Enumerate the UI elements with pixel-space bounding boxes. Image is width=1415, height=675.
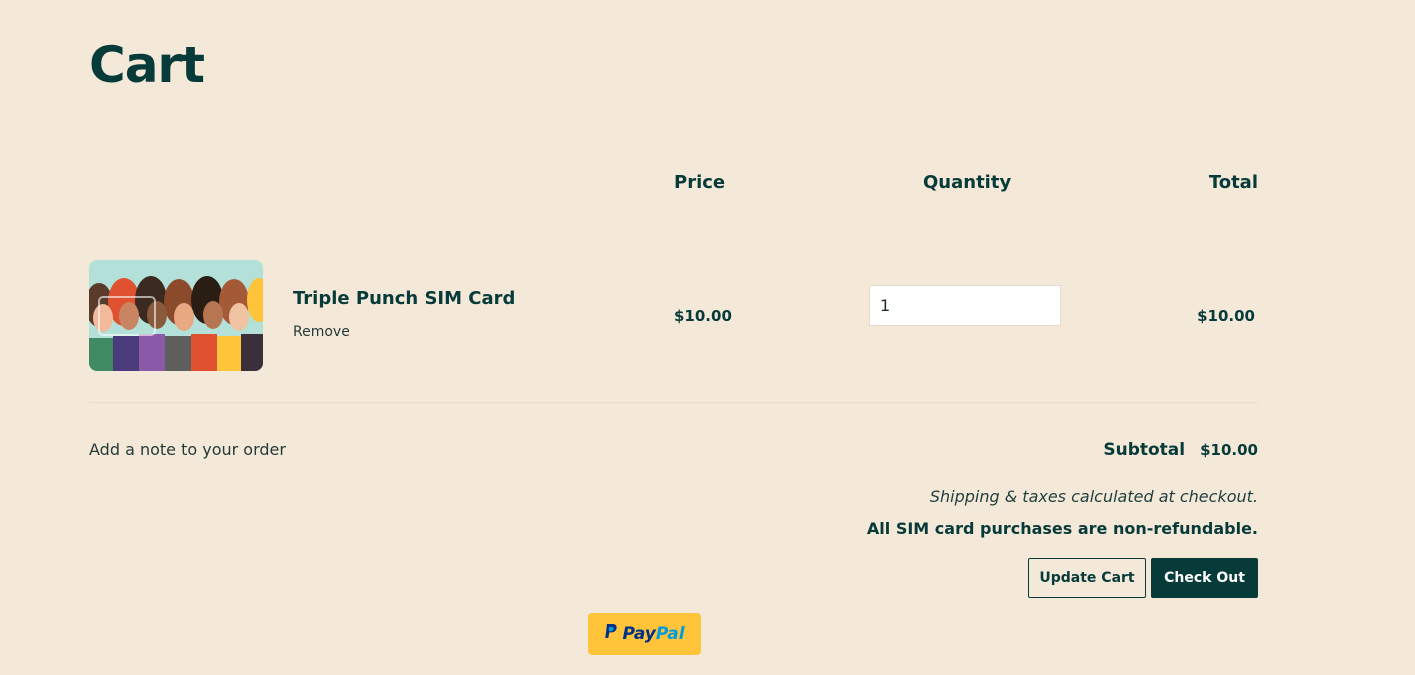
paypal-logo-text: PayPal: [622, 624, 685, 644]
checkout-button[interactable]: Check Out: [1151, 558, 1258, 598]
quantity-column-header: Quantity: [923, 172, 1012, 193]
refund-note: All SIM card purchases are non-refundabl…: [866, 519, 1258, 538]
shipping-note: Shipping & taxes calculated at checkout.: [929, 487, 1258, 506]
order-note-link[interactable]: Add a note to your order: [89, 440, 286, 459]
paypal-button[interactable]: PayPal: [588, 613, 701, 655]
paypal-p-icon: [604, 623, 618, 645]
product-image[interactable]: [89, 260, 263, 371]
item-total: $10.00: [1197, 307, 1255, 325]
cart-page: Cart Price Quantity Total Triple Punch S…: [0, 0, 1415, 675]
total-column-header: Total: [1208, 172, 1258, 193]
subtotal-row: Subtotal $10.00: [1103, 440, 1258, 460]
quantity-input[interactable]: [869, 285, 1061, 326]
item-price: $10.00: [674, 307, 732, 325]
price-column-header: Price: [674, 172, 726, 193]
page-title: Cart: [89, 36, 205, 94]
remove-link[interactable]: Remove: [293, 324, 350, 340]
subtotal-value: $10.00: [1200, 441, 1258, 459]
subtotal-label: Subtotal: [1103, 440, 1186, 460]
update-cart-button[interactable]: Update Cart: [1028, 558, 1146, 598]
product-name[interactable]: Triple Punch SIM Card: [293, 288, 515, 309]
divider: [89, 402, 1258, 403]
